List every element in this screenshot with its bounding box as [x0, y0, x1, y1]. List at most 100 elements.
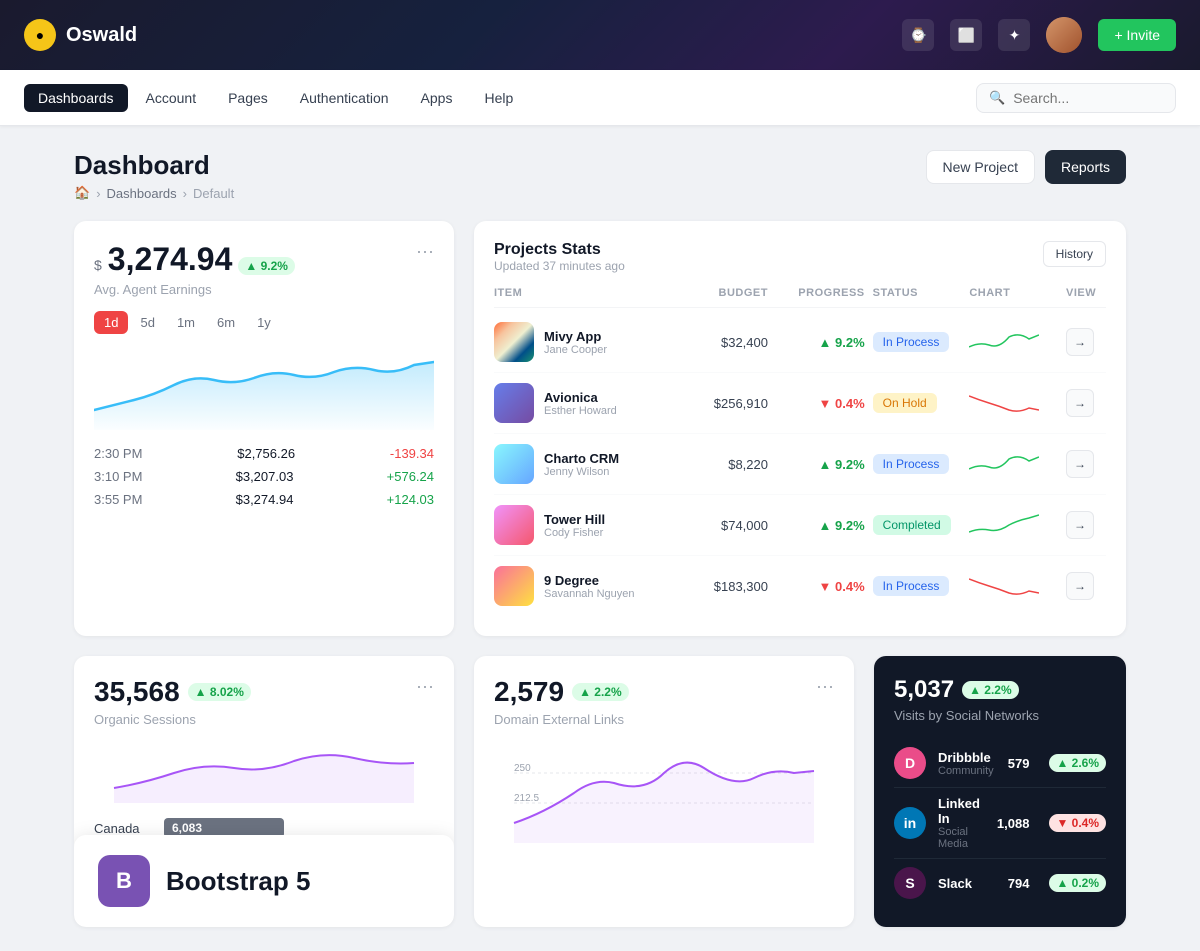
slack-icon: S [894, 867, 926, 899]
et-change-2: +576.24 [387, 469, 434, 484]
organic-subtitle: Organic Sessions [94, 712, 434, 727]
nav-item-dashboards[interactable]: Dashboards [24, 84, 128, 112]
domain-chart: 250 212.5 [494, 743, 834, 848]
domain-more-button[interactable]: ··· [816, 676, 834, 697]
logo-icon: ● [24, 19, 56, 51]
logo: ● Oswald [24, 19, 137, 51]
table-row: 9 Degree Savannah Nguyen $183,300 ▼ 0.4%… [494, 556, 1106, 616]
domain-badge: ▲ 2.2% [572, 683, 629, 701]
social-badge-dribbble: ▲ 2.6% [1049, 754, 1106, 772]
et-time-2: 3:10 PM [94, 469, 142, 484]
organic-badge: ▲ 8.02% [188, 683, 251, 701]
status-badge-2: On Hold [873, 393, 937, 413]
page-actions: New Project Reports [926, 150, 1127, 184]
search-icon: 🔍 [989, 90, 1005, 106]
main-cards-row: ··· $ 3,274.94 ▲ 9.2% Avg. Agent Earning… [74, 221, 1126, 636]
avatar[interactable] [1046, 17, 1082, 53]
th-status: STATUS [873, 287, 962, 299]
time-filters: 1d 5d 1m 6m 1y [94, 311, 434, 334]
social-name-slack: Slack [938, 876, 996, 891]
time-filter-1m[interactable]: 1m [167, 311, 205, 334]
nav-item-authentication[interactable]: Authentication [286, 84, 403, 112]
status-badge-4: Completed [873, 515, 951, 535]
project-budget-5: $183,300 [679, 579, 768, 594]
earnings-badge: ▲ 9.2% [238, 257, 295, 275]
project-progress-5: ▼ 0.4% [776, 579, 865, 594]
nav-item-pages[interactable]: Pages [214, 84, 282, 112]
projects-card: Projects Stats Updated 37 minutes ago Hi… [474, 221, 1126, 636]
organic-more-button[interactable]: ··· [416, 676, 434, 697]
bottom-row: ··· 35,568 ▲ 8.02% Organic Sessions Cana… [74, 656, 1126, 927]
project-progress-3: ▲ 9.2% [776, 457, 865, 472]
table-row: Charto CRM Jenny Wilson $8,220 ▲ 9.2% In… [494, 434, 1106, 495]
project-chart-5 [969, 571, 1058, 601]
project-details-2: Avionica Esther Howard [544, 390, 617, 417]
project-chart-2 [969, 388, 1058, 418]
project-info-1: Mivy App Jane Cooper [494, 322, 671, 362]
breadcrumb-dashboards[interactable]: Dashboards [107, 186, 177, 201]
earnings-row-2: 3:10 PM $3,207.03 +576.24 [94, 469, 434, 484]
history-button[interactable]: History [1043, 241, 1106, 267]
time-filter-1d[interactable]: 1d [94, 311, 128, 334]
share-icon[interactable]: ✦ [998, 19, 1030, 51]
svg-text:250: 250 [514, 763, 531, 774]
domain-card: ··· 2,579 ▲ 2.2% Domain External Links 2… [474, 656, 854, 927]
nav-item-help[interactable]: Help [470, 84, 527, 112]
earnings-more-button[interactable]: ··· [416, 241, 434, 262]
earnings-row-3: 3:55 PM $3,274.94 +124.03 [94, 492, 434, 507]
page-header: Dashboard 🏠 › Dashboards › Default New P… [74, 150, 1126, 201]
project-view-1[interactable]: → [1066, 328, 1094, 356]
project-info-4: Tower Hill Cody Fisher [494, 505, 671, 545]
project-chart-4 [969, 510, 1058, 540]
projects-updated: Updated 37 minutes ago [494, 259, 625, 273]
project-view-5[interactable]: → [1066, 572, 1094, 600]
project-chart-3 [969, 449, 1058, 479]
organic-card: ··· 35,568 ▲ 8.02% Organic Sessions Cana… [74, 656, 454, 927]
organic-amount-row: 35,568 ▲ 8.02% [94, 676, 416, 708]
social-name-dribbble: Dribbble [938, 750, 996, 765]
project-author-1: Jane Cooper [544, 344, 607, 356]
social-info-dribbble: Dribbble Community [938, 750, 996, 777]
nav-item-apps[interactable]: Apps [407, 84, 467, 112]
project-view-4[interactable]: → [1066, 511, 1094, 539]
project-budget-3: $8,220 [679, 457, 768, 472]
reports-button[interactable]: Reports [1045, 150, 1126, 184]
project-view-2[interactable]: → [1066, 389, 1094, 417]
invite-button[interactable]: + Invite [1098, 19, 1176, 51]
organic-chart [94, 743, 434, 808]
bootstrap-text: Bootstrap 5 [166, 866, 310, 897]
search-box[interactable]: 🔍 [976, 83, 1176, 113]
page-content: Dashboard 🏠 › Dashboards › Default New P… [50, 126, 1150, 951]
th-chart: CHART [969, 287, 1058, 299]
project-info-3: Charto CRM Jenny Wilson [494, 444, 671, 484]
search-input[interactable] [1013, 90, 1163, 106]
project-view-3[interactable]: → [1066, 450, 1094, 478]
table-row: Tower Hill Cody Fisher $74,000 ▲ 9.2% Co… [494, 495, 1106, 556]
social-type-dribbble: Community [938, 765, 996, 777]
th-view: VIEW [1066, 287, 1106, 299]
project-chart-1 [969, 327, 1058, 357]
project-status-5: In Process [873, 576, 962, 596]
status-badge-1: In Process [873, 332, 950, 352]
monitor-icon[interactable]: ⬜ [950, 19, 982, 51]
time-filter-6m[interactable]: 6m [207, 311, 245, 334]
notification-icon[interactable]: ⌚ [902, 19, 934, 51]
time-filter-5d[interactable]: 5d [130, 311, 164, 334]
nav-item-account[interactable]: Account [132, 84, 211, 112]
topbar: ● Oswald ⌚ ⬜ ✦ + Invite [0, 0, 1200, 70]
time-filter-1y[interactable]: 1y [247, 311, 281, 334]
project-status-3: In Process [873, 454, 962, 474]
projects-title-area: Projects Stats Updated 37 minutes ago [494, 241, 625, 273]
projects-title: Projects Stats [494, 241, 625, 259]
earnings-value: 3,274.94 [108, 241, 233, 278]
social-count-linkedin: 1,088 [997, 816, 1030, 831]
et-val-1: $2,756.26 [237, 446, 295, 461]
table-row: Avionica Esther Howard $256,910 ▼ 0.4% O… [494, 373, 1106, 434]
project-details-4: Tower Hill Cody Fisher [544, 512, 605, 539]
social-row-dribbble: D Dribbble Community 579 ▲ 2.6% [894, 739, 1106, 788]
new-project-button[interactable]: New Project [926, 150, 1035, 184]
project-thumb-3 [494, 444, 534, 484]
project-thumb-1 [494, 322, 534, 362]
project-details-3: Charto CRM Jenny Wilson [544, 451, 619, 478]
logo-text: Oswald [66, 24, 137, 47]
